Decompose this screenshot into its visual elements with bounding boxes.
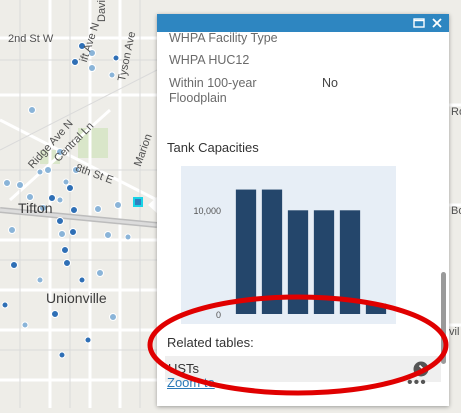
chart-bar[interactable] — [287, 210, 309, 314]
popup-body[interactable]: WHPA Facility Type WHPA HUC12 Within 100… — [157, 32, 449, 388]
map-label-tifton: Tifton — [18, 200, 53, 216]
attr-label-huc12: WHPA HUC12 — [169, 53, 250, 67]
map-label-unionville: Unionville — [46, 290, 107, 306]
tank-capacities-chart: 10,000 0 — [181, 166, 396, 324]
attr-label-facility-type: WHPA Facility Type — [169, 32, 278, 45]
chart-bar[interactable] — [365, 303, 387, 314]
tank-capacities-title: Tank Capacities — [167, 140, 259, 155]
feature-popup: WHPA Facility Type WHPA HUC12 Within 100… — [157, 14, 449, 406]
more-icon[interactable]: ••• — [407, 374, 427, 392]
map-label-2nd-st: 2nd St W — [8, 33, 54, 45]
attr-value-floodplain: No — [322, 76, 338, 90]
y-tick-label: 0 — [216, 310, 221, 320]
chart-bar[interactable] — [261, 189, 283, 314]
close-icon[interactable] — [431, 16, 445, 30]
chart-bar[interactable] — [235, 189, 257, 314]
map-label-ro: Ro — [451, 106, 461, 118]
map-label-vil: vil — [449, 326, 460, 338]
popup-header — [157, 14, 449, 32]
selected-feature-marker[interactable] — [133, 197, 143, 207]
y-tick-label: 10,000 — [193, 206, 221, 216]
zoom-to-link[interactable]: Zoom to — [167, 375, 215, 390]
maximize-icon[interactable] — [413, 16, 427, 30]
attr-label-floodplain: Within 100-year Floodplain — [169, 76, 257, 105]
chart-bar[interactable] — [313, 210, 335, 314]
related-table-usts-label: USTs — [168, 361, 200, 376]
map-label-bo: Bo — [451, 205, 461, 217]
map-label-davis-ave: Davis Ave — [96, 0, 108, 22]
popup-scrollbar-thumb[interactable] — [441, 272, 446, 364]
related-tables-label: Related tables: — [167, 335, 254, 350]
chart-bar[interactable] — [339, 210, 361, 314]
